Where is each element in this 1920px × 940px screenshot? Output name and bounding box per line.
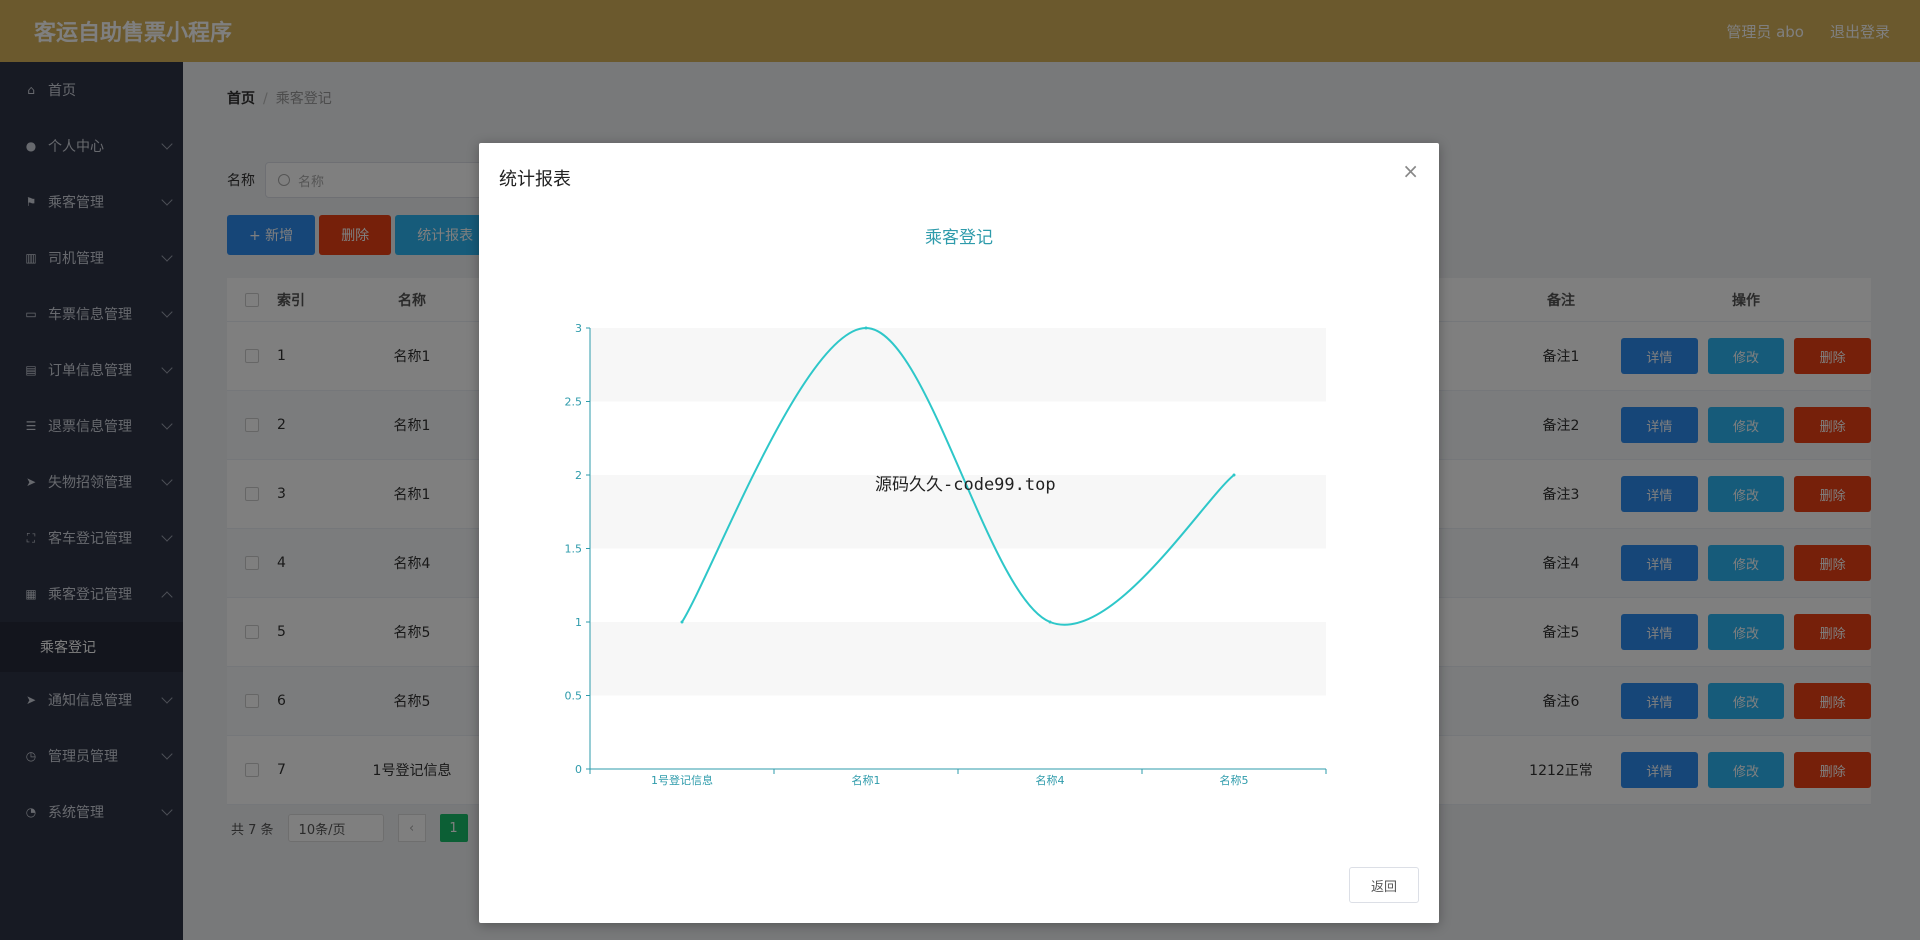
data-point (1048, 620, 1052, 624)
data-point (680, 620, 684, 624)
x-tick-label: 名称4 (1036, 773, 1065, 787)
data-point (864, 326, 868, 330)
grid-band (590, 695, 1326, 769)
x-tick-label: 名称5 (1220, 773, 1249, 787)
y-tick-label: 2.5 (565, 396, 583, 409)
data-point (1232, 473, 1236, 477)
chart-area: 乘客登记 0 0.5 1 1.5 2 2.5 3 1号登记信息 名称1 名称4 名称5 (479, 213, 1439, 833)
stats-modal: 统计报表 × 乘客登记 0 0.5 1 1.5 2 2.5 3 1号登记信息 名称1 名称4 名称5… (479, 143, 1439, 923)
grid-band (590, 328, 1326, 402)
x-tick-label: 1号登记信息 (651, 773, 713, 787)
line-chart: 0 0.5 1 1.5 2 2.5 3 1号登记信息 名称1 名称4 名称5 (565, 322, 1327, 787)
grid-band (590, 622, 1326, 696)
y-tick-label: 2 (575, 469, 582, 482)
y-tick-label: 3 (575, 322, 582, 335)
back-button[interactable]: 返回 (1349, 867, 1419, 903)
y-tick-label: 0 (575, 763, 582, 776)
close-icon[interactable]: × (1402, 159, 1419, 183)
y-tick-label: 0.5 (565, 690, 583, 703)
y-tick-label: 1 (575, 616, 582, 629)
x-tick-label: 名称1 (852, 773, 881, 787)
y-tick-label: 1.5 (565, 543, 583, 556)
watermark-text: 源码久久-code99.top (875, 475, 1056, 495)
modal-title: 统计报表 (499, 169, 571, 190)
